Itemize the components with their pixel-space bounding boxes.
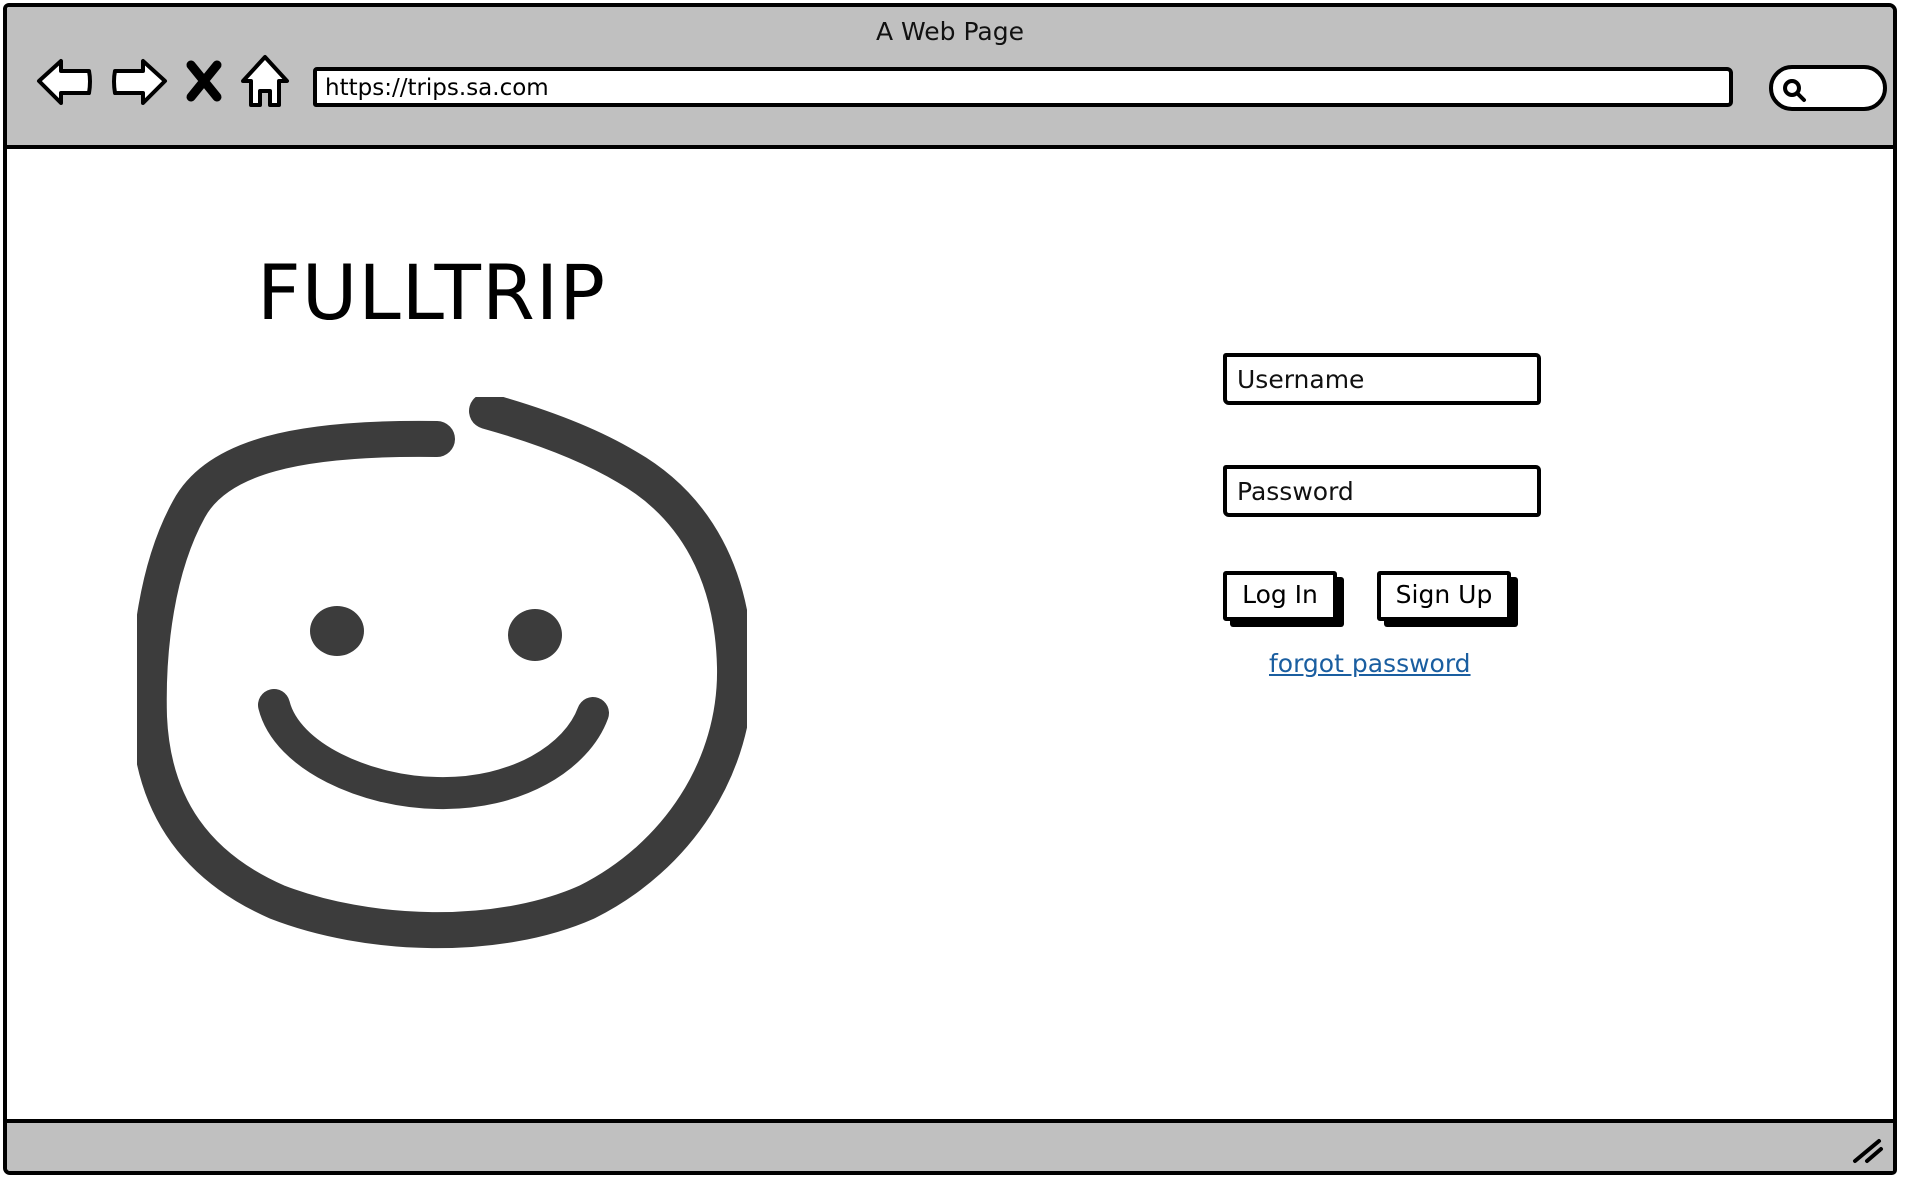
signup-button[interactable]: Sign Up <box>1377 571 1511 621</box>
search-icon <box>1783 79 1806 102</box>
home-icon[interactable] <box>237 51 293 111</box>
window-title: A Web Page <box>875 17 1025 46</box>
status-bar <box>7 1119 1893 1171</box>
logo-title: FULLTRIP <box>257 248 607 337</box>
login-button[interactable]: Log In <box>1223 571 1337 621</box>
arrow-left-icon[interactable] <box>33 51 97 111</box>
close-icon[interactable] <box>179 51 229 111</box>
arrow-right-icon[interactable] <box>107 51 171 111</box>
browser-window: A Web Page https://trips.sa.com FULLTRIP… <box>3 3 1897 1175</box>
username-field[interactable] <box>1223 353 1541 405</box>
resize-grip-icon[interactable] <box>1851 1135 1885 1165</box>
smiley-icon <box>137 397 747 949</box>
browser-toolbar: A Web Page https://trips.sa.com <box>7 7 1893 149</box>
password-field[interactable] <box>1223 465 1541 517</box>
forgot-password-link[interactable]: forgot password <box>1269 649 1471 678</box>
search-button[interactable] <box>1769 65 1887 111</box>
url-bar[interactable]: https://trips.sa.com <box>313 67 1733 107</box>
